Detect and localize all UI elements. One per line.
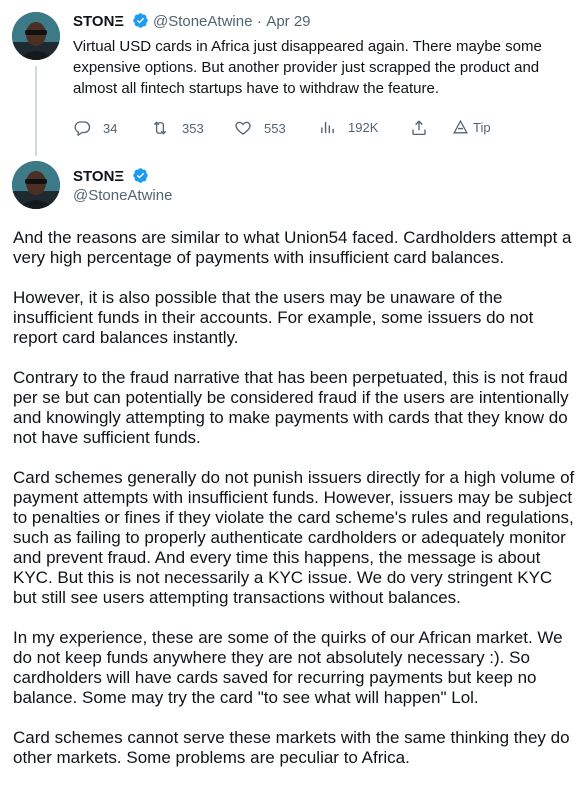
like-count: 553: [264, 120, 286, 136]
tweet-paragraph: In my experience, these are some of the …: [13, 628, 563, 707]
tweet-text: Virtual USD cards in Africa just disappe…: [73, 38, 542, 97]
handle[interactable]: @StoneAtwine: [73, 187, 172, 204]
tweet-header: STONΞ @StoneAtwine · Apr 29: [73, 12, 311, 31]
like-button[interactable]: 553: [234, 119, 286, 137]
view-count: 192K: [348, 120, 379, 135]
author-name-row: STONΞ: [73, 167, 149, 186]
retweet-icon: [153, 121, 167, 135]
tweet-thread: STONΞ @StoneAtwine · Apr 29 Virtual USD …: [0, 0, 587, 797]
tip-button[interactable]: Tip: [452, 119, 491, 136]
thread-line: [35, 66, 37, 156]
heart-icon: [235, 121, 251, 135]
avatar[interactable]: [12, 12, 60, 60]
tip-icon: [453, 119, 468, 134]
separator-dot: ·: [256, 13, 262, 30]
tweet-paragraph: However, it is also possible that the us…: [13, 288, 534, 347]
reply-button[interactable]: 34: [73, 119, 117, 137]
avatar[interactable]: [12, 161, 60, 209]
share-button[interactable]: [410, 119, 440, 137]
views-chart-icon: [321, 121, 334, 134]
views-button[interactable]: 192K: [319, 119, 378, 136]
display-name[interactable]: STONΞ: [73, 168, 124, 185]
tweet-date[interactable]: Apr 29: [266, 13, 310, 30]
tweet-actions: 34 353 553 192K Tip: [73, 119, 573, 139]
reply-count: 34: [103, 120, 118, 136]
verified-badge-icon: [132, 168, 148, 183]
tweet-paragraph: And the reasons are similar to what Unio…: [13, 228, 572, 267]
retweet-button[interactable]: 353: [150, 119, 204, 137]
handle[interactable]: @StoneAtwine: [153, 13, 252, 30]
tweet-paragraph: Contrary to the fraud narrative that has…: [13, 368, 569, 447]
verified-badge-icon: [132, 13, 148, 28]
reply-icon: [74, 121, 91, 137]
retweet-count: 353: [182, 120, 204, 136]
tweet-body: And the reasons are similar to what Unio…: [13, 228, 578, 788]
tweet-paragraph: Card schemes generally do not punish iss…: [13, 468, 575, 607]
tweet-paragraph: Card schemes cannot serve these markets …: [13, 728, 570, 767]
tip-label: Tip: [473, 120, 491, 135]
share-icon: [412, 120, 426, 136]
display-name[interactable]: STONΞ: [73, 13, 124, 30]
